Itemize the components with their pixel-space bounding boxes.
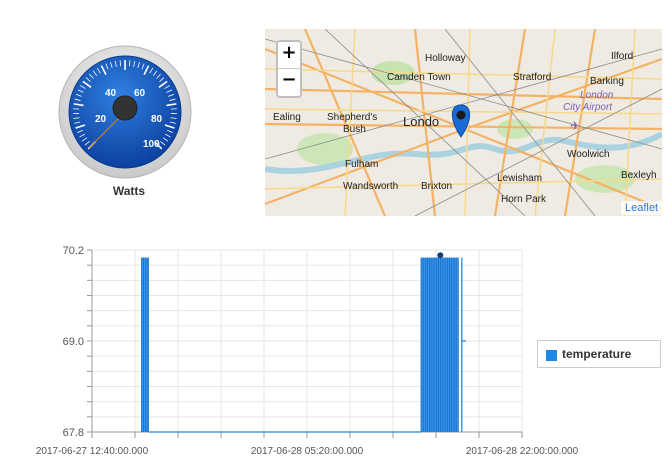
gauge-tick-mark xyxy=(128,60,131,67)
map-place-label: Holloway xyxy=(425,53,466,64)
map-place-label: Brixton xyxy=(421,181,452,192)
gauge-tick-label: 20 xyxy=(95,114,107,125)
gauge-tick-label: 100 xyxy=(143,139,160,150)
map-attribution-link[interactable]: Leaflet xyxy=(620,201,662,215)
zoom-in-button[interactable]: + xyxy=(278,42,300,68)
temperature-band xyxy=(420,257,459,432)
zoom-out-button[interactable]: − xyxy=(278,68,300,95)
chart-legend[interactable]: temperature xyxy=(537,340,661,368)
map-view[interactable]: ✈ Holloway Camden Town Stratford Barking… xyxy=(265,29,662,216)
map-place-label: Barking xyxy=(590,76,624,87)
map-place-label: Ealing xyxy=(273,112,301,123)
map-place-label: Stratford xyxy=(513,72,551,83)
gauge-tick-label: 40 xyxy=(105,88,117,99)
gauge-hub xyxy=(112,95,138,121)
y-tick-label: 69.0 xyxy=(63,336,84,348)
map-place-label: Londo xyxy=(403,114,439,129)
gauge-tick-label: 60 xyxy=(134,88,146,99)
legend-swatch xyxy=(546,350,557,361)
y-tick-label: 70.2 xyxy=(63,245,84,257)
y-tick-label: 67.8 xyxy=(63,427,84,439)
gauge-tick-mark xyxy=(119,60,122,67)
map-place-label: Bush xyxy=(343,124,366,135)
map-place-label: Lewisham xyxy=(497,173,542,184)
temperature-band xyxy=(141,257,149,432)
data-point-marker xyxy=(437,252,444,259)
map-tiles: ✈ Holloway Camden Town Stratford Barking… xyxy=(265,29,662,216)
x-tick-label: 2017-06-28 22:00:00.000 xyxy=(466,446,579,457)
map-place-label: Shepherd's xyxy=(327,112,377,123)
gauge-dial: 20 40 60 80 100 xyxy=(58,45,192,179)
map-place-label: Horn Park xyxy=(501,194,547,205)
map-place-label: Woolwich xyxy=(567,149,610,160)
map-place-label: Ilford xyxy=(611,51,633,62)
map-place-label: Camden Town xyxy=(387,72,451,83)
map-place-label: London xyxy=(580,90,614,101)
gauge-tick-label: 80 xyxy=(151,114,163,125)
gauge-label: Watts xyxy=(112,184,146,198)
x-tick-label: 2017-06-27 12:40:00.000 xyxy=(36,446,149,457)
map-place-label: Wandsworth xyxy=(343,181,398,192)
map-place-label: Fulham xyxy=(345,159,378,170)
svg-text:✈: ✈ xyxy=(570,119,580,133)
watts-gauge: 20 40 60 80 100 Watts xyxy=(55,44,203,204)
map-place-label: City Airport xyxy=(563,102,613,113)
x-tick-label: 2017-06-28 05:20:00.000 xyxy=(251,446,364,457)
map-zoom-control: + − xyxy=(276,40,302,98)
legend-label: temperature xyxy=(562,347,632,361)
map-place-label: Bexleyh xyxy=(621,170,657,181)
